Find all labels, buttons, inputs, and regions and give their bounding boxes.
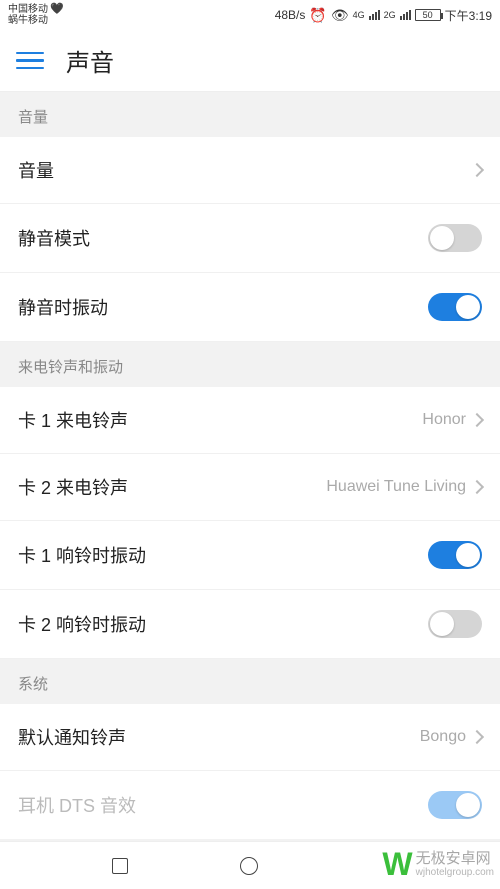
chevron-right-icon bbox=[470, 480, 484, 494]
status-right: 48B/s ⏰ 👁 4G 2G 50 下午3:19 bbox=[275, 7, 492, 24]
row-sim1-vibrate[interactable]: 卡 1 响铃时振动 bbox=[0, 521, 500, 590]
chevron-right-icon bbox=[470, 413, 484, 427]
row-label: 默认通知铃声 bbox=[18, 724, 126, 750]
section-ringtone: 来电铃声和振动 bbox=[0, 342, 500, 387]
system-navbar bbox=[0, 841, 500, 889]
row-label: 卡 2 响铃时振动 bbox=[18, 611, 146, 637]
row-label: 卡 2 来电铃声 bbox=[18, 474, 128, 500]
row-dts: 耳机 DTS 音效 bbox=[0, 771, 500, 839]
network-speed: 48B/s bbox=[275, 8, 306, 22]
app-header: 声音 bbox=[0, 30, 500, 92]
signal-2-icon bbox=[400, 10, 411, 20]
eye-icon: 👁 bbox=[331, 7, 349, 24]
row-sim2-ringtone[interactable]: 卡 2 来电铃声 Huawei Tune Living bbox=[0, 454, 500, 521]
nav-home-icon[interactable] bbox=[240, 857, 258, 875]
row-label: 静音时振动 bbox=[18, 294, 108, 320]
section-volume: 音量 bbox=[0, 92, 500, 137]
settings-list[interactable]: 音量 音量 静音模式 静音时振动 来电铃声和振动 卡 1 来电铃声 Honor … bbox=[0, 92, 500, 889]
row-vibrate-when-silent[interactable]: 静音时振动 bbox=[0, 273, 500, 342]
switch-sim2-vibrate[interactable] bbox=[428, 610, 482, 638]
row-label: 卡 1 响铃时振动 bbox=[18, 542, 146, 568]
row-label: 静音模式 bbox=[18, 225, 90, 251]
chevron-right-icon bbox=[470, 163, 484, 177]
menu-button[interactable] bbox=[16, 52, 44, 70]
row-label: 音量 bbox=[18, 157, 54, 183]
battery-icon: 50 bbox=[415, 9, 441, 21]
row-label: 耳机 DTS 音效 bbox=[18, 792, 136, 818]
switch-vibrate-silent[interactable] bbox=[428, 293, 482, 321]
switch-silent-mode[interactable] bbox=[428, 224, 482, 252]
row-value: Huawei Tune Living bbox=[326, 478, 466, 496]
status-carriers: 中国移动 🖤 蜗牛移动 bbox=[8, 4, 64, 26]
row-sim2-vibrate[interactable]: 卡 2 响铃时振动 bbox=[0, 590, 500, 659]
clock: 下午3:19 bbox=[445, 7, 492, 24]
row-value: Honor bbox=[422, 411, 466, 429]
row-sim1-ringtone[interactable]: 卡 1 来电铃声 Honor bbox=[0, 387, 500, 454]
row-label: 卡 1 来电铃声 bbox=[18, 407, 128, 433]
nav-recent-icon[interactable] bbox=[112, 858, 128, 874]
row-volume[interactable]: 音量 bbox=[0, 137, 500, 204]
row-default-notification[interactable]: 默认通知铃声 Bongo bbox=[0, 704, 500, 771]
row-value: Bongo bbox=[420, 728, 466, 746]
section-system: 系统 bbox=[0, 659, 500, 704]
row-silent-mode[interactable]: 静音模式 bbox=[0, 204, 500, 273]
switch-sim1-vibrate[interactable] bbox=[428, 541, 482, 569]
signal-2-label: 2G bbox=[384, 10, 396, 20]
switch-dts bbox=[428, 791, 482, 819]
alarm-icon: ⏰ bbox=[309, 7, 326, 24]
chevron-right-icon bbox=[470, 730, 484, 744]
page-title: 声音 bbox=[66, 43, 114, 78]
signal-1-label: 4G bbox=[353, 10, 365, 20]
status-bar: 中国移动 🖤 蜗牛移动 48B/s ⏰ 👁 4G 2G 50 下午3:19 bbox=[0, 0, 500, 30]
signal-1-icon bbox=[369, 10, 380, 20]
